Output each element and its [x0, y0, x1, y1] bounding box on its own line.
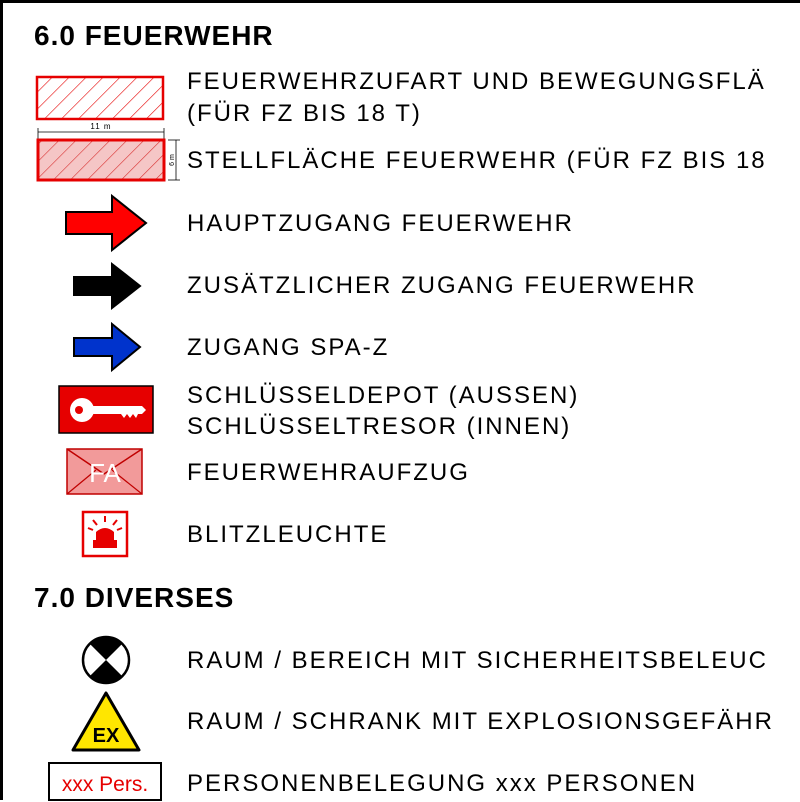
- legend-label-personenbelegung: PERSONENBELEGUNG xxx PERSONEN: [187, 770, 698, 797]
- section-title-feuerwehr: 6.0 FEUERWEHR: [34, 20, 274, 51]
- key-icon: [58, 385, 154, 435]
- legend-label-stellflaeche: STELLFLÄCHE FEUERWEHR (FÜR FZ BIS 18: [187, 147, 767, 174]
- fire-elevator-badge-text: FA: [89, 458, 121, 488]
- beacon-icon: [81, 510, 131, 560]
- occupancy-box-icon: xxx Pers.: [48, 762, 164, 802]
- legend-label-hauptzugang: HAUPTZUGANG FEUERWEHR: [187, 210, 574, 237]
- emergency-lighting-icon: [80, 634, 132, 686]
- hatched-rectangle-outline-icon: [35, 75, 165, 122]
- frame-top-border: [0, 0, 800, 3]
- black-arrow-icon: [72, 261, 142, 311]
- fire-elevator-icon: FA: [66, 448, 144, 496]
- dimension-height-label: 6 m: [169, 154, 176, 166]
- occupancy-badge-text: xxx Pers.: [62, 773, 148, 796]
- red-arrow-icon: [64, 193, 148, 253]
- explosion-hazard-badge-text: EX: [93, 725, 120, 747]
- blue-arrow-icon: [72, 321, 142, 373]
- legend-label-schluesseltresor: SCHLÜSSELTRESOR (INNEN): [187, 413, 572, 440]
- legend-label-zufahrt-line1: FEUERWEHRZUFART UND BEWEGUNGSFLÄ: [187, 68, 766, 95]
- section-title-diverses: 7.0 DIVERSES: [34, 582, 235, 613]
- legend-label-zusaetzlicher-zugang: ZUSÄTZLICHER ZUGANG FEUERWEHR: [187, 272, 697, 299]
- legend-label-explosionsgefaehrdung: RAUM / SCHRANK MIT EXPLOSIONSGEFÄHR: [187, 708, 774, 735]
- legend-label-schluesseldepot: SCHLÜSSELDEPOT (AUSSEN): [187, 382, 580, 409]
- legend-label-sicherheitsbeleuchtung: RAUM / BEREICH MIT SICHERHEITSBELEUC: [187, 647, 768, 674]
- legend-label-zugang-spa-z: ZUGANG SPA-Z: [187, 334, 390, 361]
- frame-left-border: [0, 0, 3, 800]
- explosion-hazard-icon: EX: [70, 690, 142, 754]
- dimension-width-label: 11 m: [90, 122, 111, 131]
- legend-label-blitzleuchte: BLITZLEUCHTE: [187, 521, 389, 548]
- legend-label-zufahrt-line2: (FÜR FZ BIS 18 T): [187, 100, 422, 127]
- hatched-rectangle-filled-icon: 11 m 6 m: [30, 118, 186, 186]
- legend-label-feuerwehraufzug: FEUERWEHRAUFZUG: [187, 459, 470, 486]
